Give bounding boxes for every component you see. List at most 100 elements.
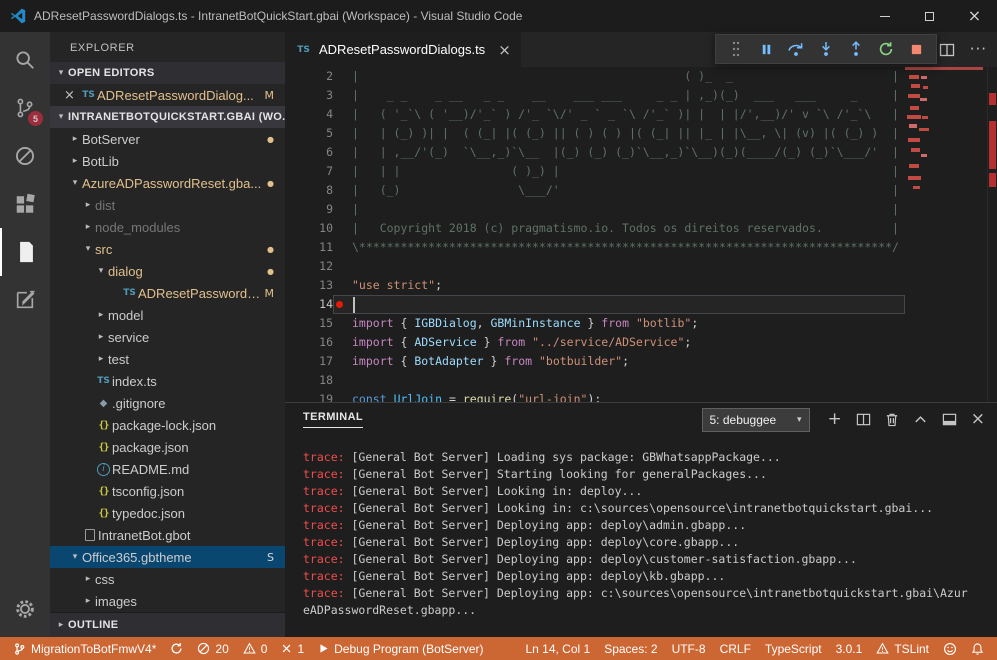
status-indentation[interactable]: Spaces: 2	[597, 637, 664, 660]
status-tslint[interactable]: TSLint	[869, 637, 936, 660]
code-line-3[interactable]: 3| _ _ _ __ _ _ __ ___ ___ _ _ | ,_)(_) …	[285, 86, 997, 105]
status-debug-target[interactable]: Debug Program (BotServer)	[311, 637, 490, 660]
code-line-12[interactable]: 12	[285, 257, 997, 276]
open-editor-item[interactable]: × TS ADResetPasswordDialog... M	[50, 84, 285, 106]
chevron-down-icon[interactable]: ▾	[68, 178, 82, 188]
tree-item-tsconfig-json[interactable]: {}tsconfig.json	[50, 480, 285, 502]
source-control-icon[interactable]: 5	[0, 84, 50, 132]
status-cursor-position[interactable]: Ln 14, Col 1	[518, 637, 597, 660]
code-line-5[interactable]: 5| | (_) )| | ( (_| |( (_) || ( ) ( ) |(…	[285, 124, 997, 143]
split-terminal-icon[interactable]	[856, 412, 871, 427]
tree-item-node-modules[interactable]: ▸node_modules	[50, 216, 285, 238]
chevron-up-icon[interactable]	[913, 412, 928, 427]
tree-item-intranetbot-gbot[interactable]: IntranetBot.gbot	[50, 524, 285, 546]
status-git-branch[interactable]: MigrationToBotFmwV4*	[6, 637, 163, 660]
tree-item-index-ts[interactable]: TSindex.ts	[50, 370, 285, 392]
plus-icon[interactable]: +	[828, 411, 842, 428]
code-line-6[interactable]: 6| | ,__/'(_) `\__,_)`\__ |(_) (_) (_)`\…	[285, 143, 997, 162]
trash-icon[interactable]	[885, 412, 899, 427]
tree-item-azureadpasswordreset-gba[interactable]: ▾AzureADPasswordReset.gba...●	[50, 172, 285, 194]
status-eol[interactable]: CRLF	[713, 637, 758, 660]
status-notifications[interactable]	[964, 637, 991, 660]
compose-icon[interactable]	[0, 276, 50, 324]
tree-item-src[interactable]: ▾src●	[50, 238, 285, 260]
outline-header[interactable]: ▸ OUTLINE	[50, 612, 285, 637]
code-line-19[interactable]: 19const UrlJoin = require("url-join");	[285, 390, 997, 402]
chevron-right-icon[interactable]: ▸	[81, 222, 95, 232]
extensions-icon[interactable]	[0, 180, 50, 228]
chevron-right-icon[interactable]: ▸	[81, 574, 95, 584]
terminal-picker-dropdown[interactable]: 5: debuggee ▾	[702, 408, 810, 432]
settings-gear-icon[interactable]	[0, 585, 50, 633]
restore-panel-icon[interactable]	[942, 412, 957, 427]
tree-item-dialog[interactable]: ▾dialog●	[50, 260, 285, 282]
tree-item-botlib[interactable]: ▸BotLib	[50, 150, 285, 172]
code-editor[interactable]: 2| ( )_ _ |3| _ _ _ __ _ _ __ ___ ___ _ …	[285, 67, 997, 402]
tree-item-model[interactable]: ▸model	[50, 304, 285, 326]
chevron-down-icon[interactable]: ▾	[68, 552, 82, 562]
terminal-output[interactable]: trace: [General Bot Server] Loading sys …	[285, 436, 997, 637]
split-editor-icon[interactable]	[939, 42, 955, 58]
code-line-17[interactable]: 17import { BotAdapter } from "botbuilder…	[285, 352, 997, 371]
code-line-13[interactable]: 13"use strict";	[285, 276, 997, 295]
code-line-16[interactable]: 16import { ADService } from "../service/…	[285, 333, 997, 352]
close-window-button[interactable]: ×	[952, 0, 997, 32]
tree-item-readme-md[interactable]: iREADME.md	[50, 458, 285, 480]
code-line-18[interactable]: 18	[285, 371, 997, 390]
open-editors-header[interactable]: ▾ OPEN EDITOR​S	[50, 62, 285, 84]
maximize-button[interactable]	[907, 0, 952, 32]
status-warnings[interactable]: 0	[236, 637, 275, 660]
status-encoding[interactable]: UTF-8	[665, 637, 713, 660]
code-line-8[interactable]: 8| (_) \___/' |	[285, 181, 997, 200]
code-line-4[interactable]: 4| ( '_`\ ( '__)/'_` ) /'_ `\/' _ ` _ `\…	[285, 105, 997, 124]
debug-stop-icon[interactable]	[902, 36, 930, 62]
chevron-right-icon[interactable]: ▸	[94, 354, 108, 364]
search-icon[interactable]	[0, 36, 50, 84]
close-icon[interactable]: ×	[971, 411, 985, 428]
tree-item-adresetpassworddial[interactable]: TSADResetPasswordDial...M	[50, 282, 285, 304]
status-language[interactable]: TypeScript	[758, 637, 829, 660]
chevron-right-icon[interactable]: ▸	[68, 156, 82, 166]
code-line-10[interactable]: 10| Copyright 2018 (c) pragmatismo.io. T…	[285, 219, 997, 238]
minimap[interactable]	[905, 67, 987, 402]
status-extra-count[interactable]: 1	[274, 637, 311, 660]
code-line-11[interactable]: 11\*************************************…	[285, 238, 997, 257]
tree-item-images[interactable]: ▸images	[50, 590, 285, 612]
debug-step-out-icon[interactable]	[842, 36, 870, 62]
tab-adresetpassworddialogs-ts[interactable]: TS ADResetPasswordDialogs.ts ×	[285, 32, 521, 67]
tree-item-typedoc-json[interactable]: {}typedoc.json	[50, 502, 285, 524]
chevron-right-icon[interactable]: ▸	[68, 134, 82, 144]
tab-close-icon[interactable]: ×	[498, 41, 511, 59]
tree-item-gitignore[interactable]: ◆.gitignore	[50, 392, 285, 414]
tree-item-service[interactable]: ▸service	[50, 326, 285, 348]
status-errors[interactable]: 20	[190, 637, 235, 660]
debug-grip-icon[interactable]	[722, 36, 750, 62]
tree-item-test[interactable]: ▸test	[50, 348, 285, 370]
code-line-7[interactable]: 7| | | ( )_) | |	[285, 162, 997, 181]
chevron-down-icon[interactable]: ▾	[94, 266, 108, 276]
code-line-2[interactable]: 2| ( )_ _ |	[285, 67, 997, 86]
more-icon[interactable]: ···	[970, 42, 987, 57]
tree-item-office365-gbtheme[interactable]: ▾Office365.gbthemeS	[50, 546, 285, 568]
code-line-14[interactable]: 14	[285, 295, 997, 314]
minimize-button[interactable]	[862, 0, 907, 32]
chevron-right-icon[interactable]: ▸	[81, 200, 95, 210]
chevron-down-icon[interactable]: ▾	[81, 244, 95, 254]
tab-terminal[interactable]: TERMINAL	[303, 411, 363, 428]
debug-pause-icon[interactable]	[752, 36, 780, 62]
tree-item-botserver[interactable]: ▸BotServer●	[50, 128, 285, 150]
code-line-9[interactable]: 9| |	[285, 200, 997, 219]
close-editor-icon[interactable]: ×	[64, 88, 80, 103]
docs-icon[interactable]	[0, 228, 50, 276]
chevron-right-icon[interactable]: ▸	[94, 332, 108, 342]
debug-restart-icon[interactable]	[872, 36, 900, 62]
debug-step-into-icon[interactable]	[812, 36, 840, 62]
debug-step-over-icon[interactable]	[782, 36, 810, 62]
tree-item-package-json[interactable]: {}package.json	[50, 436, 285, 458]
code-line-15[interactable]: 15import { IGBDialog, GBMinInstance } fr…	[285, 314, 997, 333]
status-sync[interactable]	[163, 637, 190, 660]
chevron-right-icon[interactable]: ▸	[94, 310, 108, 320]
tree-item-package-lock-json[interactable]: {}package-lock.json	[50, 414, 285, 436]
workspace-header[interactable]: ▾ INTRANETBOTQUICKSTART.GBAI (WO...	[50, 106, 285, 128]
chevron-right-icon[interactable]: ▸	[81, 596, 95, 606]
